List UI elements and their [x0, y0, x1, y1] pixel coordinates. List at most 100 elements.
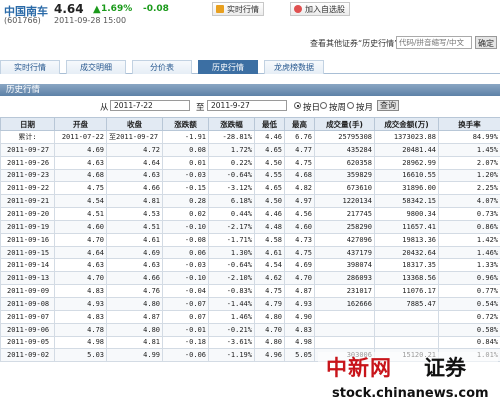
col-volume[interactable]: 成交量(手) — [314, 117, 375, 131]
other-security-search: 查看其他证券“历史行情” 确定 — [0, 36, 500, 50]
summary-change-pct: -28.81% — [208, 130, 255, 144]
table-cell: 4.93 — [54, 296, 107, 311]
table-cell: 427096 — [314, 232, 375, 247]
summary-high: 6.76 — [284, 130, 315, 144]
col-low[interactable]: 最低 — [254, 117, 285, 131]
table-cell: 4.48 — [254, 219, 285, 234]
table-cell: 4.83 — [54, 309, 107, 324]
table-cell: 4.65 — [254, 142, 285, 157]
table-cell: -3.12% — [208, 181, 255, 196]
security-search-input[interactable] — [396, 36, 472, 49]
table-cell: -0.10 — [162, 271, 209, 286]
table-cell: 1.46% — [208, 309, 255, 324]
table-cell: -0.03 — [162, 258, 209, 273]
table-cell: 4.79 — [254, 296, 285, 311]
summary-amount: 1373023.88 — [374, 130, 439, 144]
query-button[interactable]: 查询 — [377, 100, 399, 111]
table-cell: 4.70 — [254, 322, 285, 337]
table-cell: 673610 — [314, 181, 375, 196]
table-cell: -0.03 — [162, 168, 209, 183]
col-change[interactable]: 涨跌额 — [162, 117, 209, 131]
realtime-quote-button[interactable]: 实时行情 — [212, 2, 264, 16]
section-title: 历史行情 — [0, 84, 500, 96]
table-cell: 4.66 — [106, 181, 163, 196]
table-cell: 4.69 — [106, 245, 163, 260]
table-cell: 4.80 — [254, 309, 285, 324]
table-cell: 4.63 — [106, 168, 163, 183]
add-favorite-button[interactable]: 加入自选股 — [290, 2, 350, 16]
tab-history[interactable]: 历史行情 — [198, 60, 258, 74]
history-table: 日期 开盘 收盘 涨跌额 涨跌幅 最低 最高 成交量(手) 成交金额(万) 换手… — [0, 117, 500, 363]
radio-weekly[interactable] — [320, 102, 327, 109]
table-cell: 4.63 — [106, 258, 163, 273]
tab-realtime[interactable]: 实时行情 — [0, 60, 60, 74]
table-row: 2011-09-22 4.75 4.66 -0.15 -3.12% 4.65 4.82 673… — [0, 181, 500, 196]
table-cell: 162666 — [314, 296, 375, 311]
table-cell: 0.06 — [162, 245, 209, 260]
table-cell: 2011-09-13 — [0, 271, 55, 286]
table-cell: 0.73% — [438, 207, 500, 221]
table-row: 2011-09-19 4.60 4.51 -0.10 -2.17% 4.48 4.60 258… — [0, 219, 500, 234]
table-cell: 4.83 — [54, 284, 107, 298]
summary-turnover: 84.99% — [438, 130, 500, 144]
table-cell: -0.08 — [162, 232, 209, 247]
table-cell: -0.15 — [162, 181, 209, 196]
table-cell — [374, 309, 439, 324]
table-cell: 1.45% — [438, 142, 500, 157]
col-turnover[interactable]: 换手率 — [438, 117, 500, 131]
col-close[interactable]: 收盘 — [106, 117, 163, 131]
table-cell: 4.69 — [54, 142, 107, 157]
to-date-input[interactable] — [207, 100, 287, 111]
add-favorite-icon — [294, 5, 302, 13]
table-cell: 2011-09-06 — [0, 322, 55, 337]
table-cell: 4.50 — [254, 194, 285, 209]
stock-price: 4.64 — [54, 2, 84, 16]
table-cell: 4.56 — [284, 207, 315, 221]
table-cell: 1.20% — [438, 168, 500, 183]
table-cell: 2011-09-14 — [0, 258, 55, 273]
table-cell: 4.72 — [106, 142, 163, 157]
table-cell: 1.33% — [438, 258, 500, 273]
col-high[interactable]: 最高 — [284, 117, 315, 131]
table-cell: 18317.35 — [374, 258, 439, 273]
watermark-brand-black: 证券 — [424, 356, 466, 380]
col-open[interactable]: 开盘 — [54, 117, 107, 131]
table-cell: 4.54 — [254, 258, 285, 273]
table-cell: 0.86% — [438, 219, 500, 234]
table-cell: 4.63 — [54, 155, 107, 170]
table-cell: 2011-09-23 — [0, 168, 55, 183]
tab-price-table[interactable]: 分价表 — [132, 60, 192, 74]
realtime-quote-label: 实时行情 — [227, 5, 259, 14]
table-cell: 0.58% — [438, 322, 500, 337]
tab-trade-details[interactable]: 成交明细 — [66, 60, 126, 74]
from-date-input[interactable] — [110, 100, 190, 111]
table-row: 2011-09-07 4.83 4.87 0.07 1.46% 4.80 4.90 0.72% — [0, 309, 500, 324]
table-cell: 20432.64 — [374, 245, 439, 260]
radio-daily[interactable] — [294, 102, 301, 109]
table-cell: -0.04 — [162, 284, 209, 298]
table-cell: 4.61 — [254, 245, 285, 260]
table-cell: -0.64% — [208, 258, 255, 273]
table-cell: 4.73 — [284, 232, 315, 247]
table-cell: 11076.17 — [374, 284, 439, 298]
table-cell: 4.69 — [284, 258, 315, 273]
table-cell: 28962.99 — [374, 155, 439, 170]
change-percent: 1.69% — [101, 4, 133, 14]
table-cell: 2011-09-19 — [0, 219, 55, 234]
table-row: 2011-09-16 4.70 4.61 -0.08 -1.71% 4.58 4.73 427… — [0, 232, 500, 247]
col-date[interactable]: 日期 — [0, 117, 55, 131]
table-row: 2011-09-14 4.63 4.63 -0.03 -0.64% 4.54 4.69 398… — [0, 258, 500, 273]
radio-monthly[interactable] — [347, 102, 354, 109]
table-cell: 0.22% — [208, 155, 255, 170]
tab-dragon-tiger[interactable]: 龙虎榜数据 — [264, 60, 324, 74]
table-cell: 4.83 — [284, 322, 315, 337]
col-amount[interactable]: 成交金额(万) — [374, 117, 439, 131]
summary-end: 至2011-09-27 — [106, 130, 163, 144]
table-cell: -1.19% — [208, 348, 255, 363]
table-cell: -2.10% — [208, 271, 255, 286]
table-cell: 4.46 — [254, 207, 285, 221]
col-change-pct[interactable]: 涨跌幅 — [208, 117, 255, 131]
search-confirm-button[interactable]: 确定 — [475, 36, 497, 49]
table-cell: 4.98 — [284, 335, 315, 350]
table-cell: 1.72% — [208, 142, 255, 157]
